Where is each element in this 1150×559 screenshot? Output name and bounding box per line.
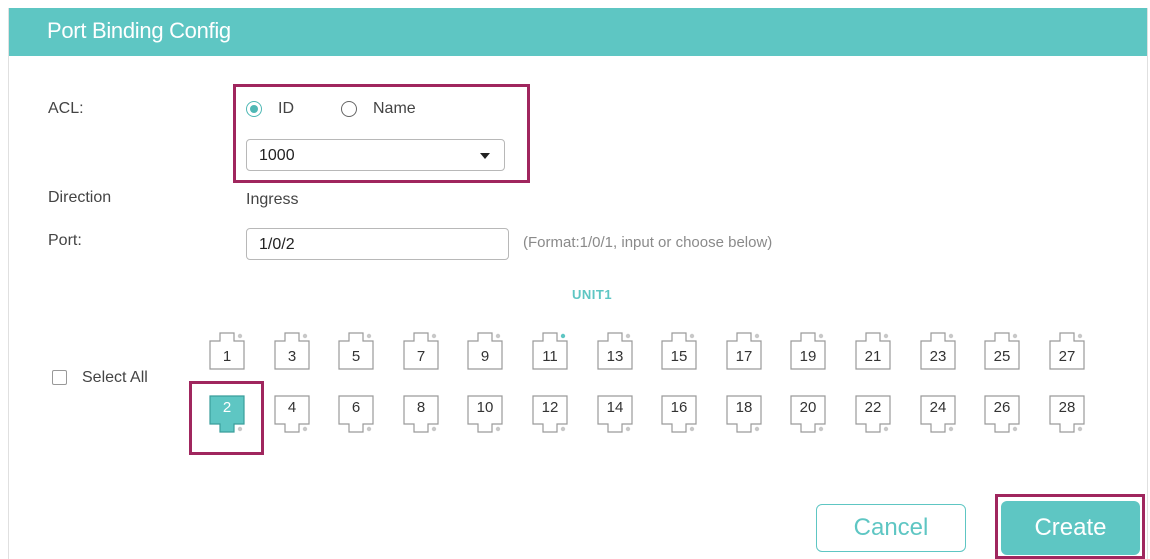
port-13[interactable]: 13: [597, 330, 633, 370]
select-all-label: Select All: [82, 369, 148, 386]
port-number-label: 5: [351, 348, 361, 365]
acl-radio-id[interactable]: ID: [246, 100, 294, 118]
port-24[interactable]: 24: [920, 395, 956, 435]
port-number-label: 19: [799, 348, 817, 365]
port-binding-config-panel: Port Binding Config: [8, 8, 1148, 559]
create-button[interactable]: Create: [1001, 501, 1140, 555]
port-8[interactable]: 8: [403, 395, 439, 435]
port-number-label: 21: [864, 348, 882, 365]
port-25[interactable]: 25: [984, 330, 1020, 370]
port-11[interactable]: 11: [532, 330, 568, 370]
port-number-label: 14: [606, 399, 624, 416]
port-16[interactable]: 16: [661, 395, 697, 435]
radio-checked-icon: [246, 101, 262, 117]
cancel-button[interactable]: Cancel: [816, 504, 966, 552]
port-18[interactable]: 18: [726, 395, 762, 435]
port-26[interactable]: 26: [984, 395, 1020, 435]
selected-port-highlight-box: [189, 381, 264, 455]
port-28[interactable]: 28: [1049, 395, 1085, 435]
acl-id-select[interactable]: 1000: [246, 139, 505, 171]
port-17[interactable]: 17: [726, 330, 762, 370]
port-3[interactable]: 3: [274, 330, 310, 370]
port-number-label: 15: [670, 348, 688, 365]
acl-radio-name-label: Name: [373, 100, 416, 117]
port-number-label: 10: [476, 399, 494, 416]
port-number-label: 26: [993, 399, 1011, 416]
select-all-checkbox[interactable]: [52, 370, 67, 385]
port-number-label: 27: [1058, 348, 1076, 365]
port-number-label: 18: [735, 399, 753, 416]
port-10[interactable]: 10: [467, 395, 503, 435]
port-23[interactable]: 23: [920, 330, 956, 370]
port-number-label: 22: [864, 399, 882, 416]
port-20[interactable]: 20: [790, 395, 826, 435]
port-9[interactable]: 9: [467, 330, 503, 370]
port-22[interactable]: 22: [855, 395, 891, 435]
port-number-label: 12: [541, 399, 559, 416]
port-number-label: 28: [1058, 399, 1076, 416]
port-number-label: 13: [606, 348, 624, 365]
acl-radio-name[interactable]: Name: [341, 100, 416, 118]
direction-label: Direction: [48, 189, 112, 206]
port-number-label: 4: [287, 399, 297, 416]
port-number-label: 11: [542, 348, 558, 365]
radio-unchecked-icon: [341, 101, 357, 117]
port-number-label: 8: [416, 399, 426, 416]
port-number-label: 1: [222, 348, 232, 365]
port-7[interactable]: 7: [403, 330, 439, 370]
port-6[interactable]: 6: [338, 395, 374, 435]
port-number-label: 3: [287, 348, 297, 365]
port-number-label: 16: [670, 399, 688, 416]
port-12[interactable]: 12: [532, 395, 568, 435]
panel-header: Port Binding Config: [9, 8, 1147, 56]
port-number-label: 25: [993, 348, 1011, 365]
port-number-label: 6: [351, 399, 361, 416]
port-15[interactable]: 15: [661, 330, 697, 370]
port-21[interactable]: 21: [855, 330, 891, 370]
port-input-value: 1/0/2: [259, 236, 295, 253]
port-number-label: 20: [799, 399, 817, 416]
unit-label: UNIT1: [572, 287, 613, 302]
port-27[interactable]: 27: [1049, 330, 1085, 370]
acl-id-select-value: 1000: [259, 147, 295, 164]
port-input[interactable]: 1/0/2: [246, 228, 509, 260]
port-number-label: 9: [480, 348, 490, 365]
port-number-label: 23: [929, 348, 947, 365]
port-format-hint: (Format:1/0/1, input or choose below): [523, 234, 773, 251]
caret-down-icon: [480, 153, 490, 159]
port-1[interactable]: 1: [209, 330, 245, 370]
panel-title: Port Binding Config: [47, 18, 231, 43]
acl-label: ACL:: [48, 100, 84, 117]
port-19[interactable]: 19: [790, 330, 826, 370]
port-number-label: 7: [416, 348, 426, 365]
port-5[interactable]: 5: [338, 330, 374, 370]
port-number-label: 24: [929, 399, 947, 416]
port-4[interactable]: 4: [274, 395, 310, 435]
port-label: Port:: [48, 232, 82, 249]
port-number-label: 17: [735, 348, 753, 365]
acl-radio-id-label: ID: [278, 100, 294, 117]
port-14[interactable]: 14: [597, 395, 633, 435]
direction-value: Ingress: [246, 191, 299, 208]
